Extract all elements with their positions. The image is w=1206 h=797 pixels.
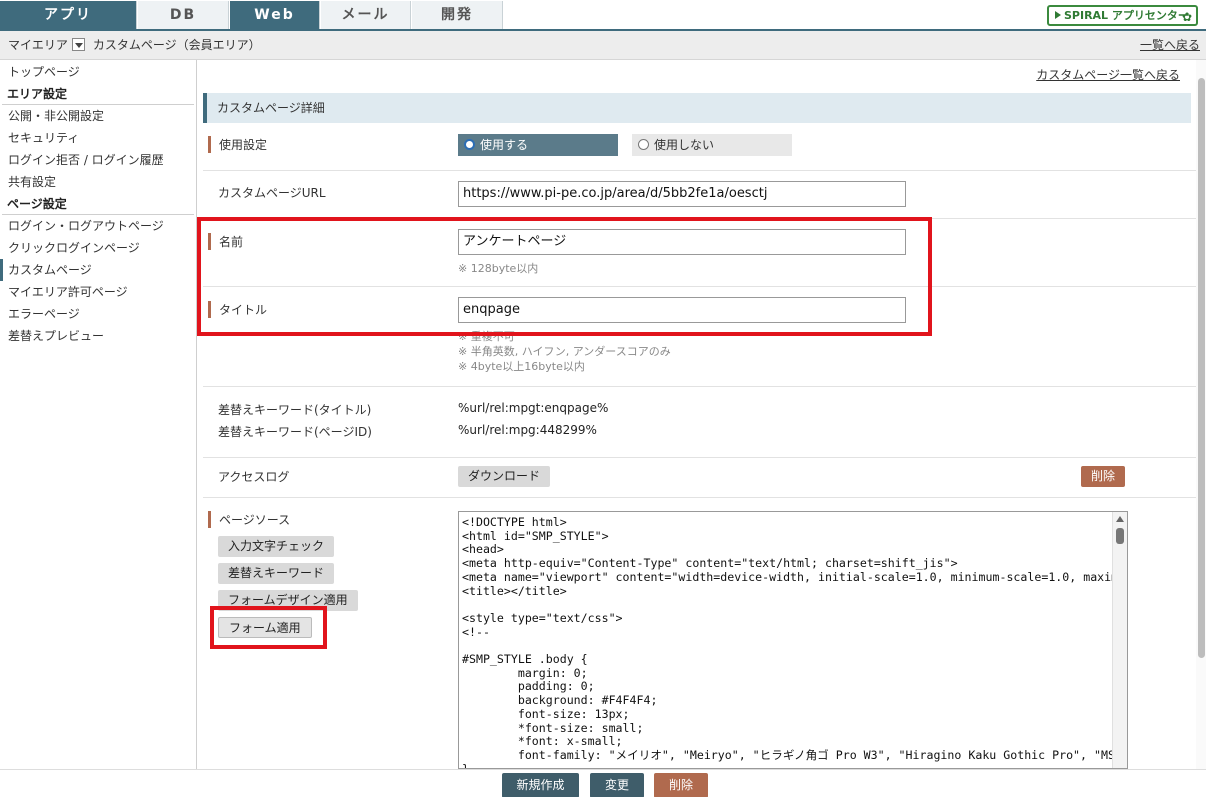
url-label: カスタムページURL xyxy=(218,186,326,200)
access-log-row: アクセスログ ダウンロード 削除 xyxy=(203,458,1196,498)
name-note: ※ 128byte以内 xyxy=(458,262,539,275)
main-content: カスタムページ一覧へ戻る カスタムページ詳細 使用設定 使用する 使用しない カ… xyxy=(198,60,1196,769)
leaf-icon: ✿ xyxy=(1181,10,1192,24)
usage-off-radio[interactable]: 使用しない xyxy=(632,134,792,156)
change-button[interactable]: 変更 xyxy=(590,773,644,797)
title-label: タイトル xyxy=(208,301,267,318)
new-button[interactable]: 新規作成 xyxy=(502,773,579,797)
sidebar-heading-page: ページ設定 xyxy=(2,193,194,215)
custom-page-list-link[interactable]: カスタムページ一覧へ戻る xyxy=(1036,66,1180,83)
chevron-down-icon[interactable] xyxy=(71,38,85,51)
keyword-id-value: %url/rel:mpg:448299% xyxy=(458,423,597,437)
form-apply-button[interactable]: フォーム適用 xyxy=(218,617,312,638)
sidebar-item-visibility[interactable]: 公開・非公開設定 xyxy=(0,105,196,127)
title-field[interactable]: enqpage xyxy=(458,297,906,323)
breadcrumb: マイエリア カスタムページ（会員エリア） 一覧へ戻る xyxy=(0,31,1206,60)
scroll-up-icon[interactable] xyxy=(1116,516,1124,522)
name-row: 名前 アンケートページ ※ 128byte以内 xyxy=(203,219,1196,287)
sidebar-item-security[interactable]: セキュリティ xyxy=(0,127,196,149)
sidebar-item-login-deny[interactable]: ログイン拒否 / ログイン履歴 xyxy=(0,149,196,171)
scroll-thumb[interactable] xyxy=(1116,528,1124,544)
download-button[interactable]: ダウンロード xyxy=(458,466,551,487)
keyword-insert-button[interactable]: 差替えキーワード xyxy=(218,563,335,584)
sidebar-item-error-page[interactable]: エラーページ xyxy=(0,303,196,325)
play-icon xyxy=(1055,11,1061,19)
sidebar-item-click-login[interactable]: クリックログインページ xyxy=(0,237,196,259)
keyword-title-value: %url/rel:mpgt:enqpage% xyxy=(458,401,609,415)
page-scroll-thumb[interactable] xyxy=(1198,78,1205,658)
page-source-editor[interactable]: <!DOCTYPE html> <html id="SMP_STYLE"> <h… xyxy=(458,511,1128,769)
back-to-list-link[interactable]: 一覧へ戻る xyxy=(1140,31,1200,60)
top-navigation: アプリ DB Web メール 開発 SPIRAL アプリセンター ✿ xyxy=(0,0,1206,31)
editor-scrollbar[interactable] xyxy=(1112,512,1127,768)
keywords-row: 差替えキーワード(タイトル) %url/rel:mpgt:enqpage% 差替… xyxy=(203,387,1196,458)
keyword-id-label: 差替えキーワード(ページID) xyxy=(218,425,372,439)
url-row: カスタムページURL https://www.pi-pe.co.jp/area/… xyxy=(203,171,1196,219)
radio-checked-icon xyxy=(464,139,475,150)
url-field[interactable]: https://www.pi-pe.co.jp/area/d/5bb2fe1a/… xyxy=(458,181,906,207)
delete-button[interactable]: 削除 xyxy=(654,773,708,797)
usage-on-radio[interactable]: 使用する xyxy=(458,134,618,156)
page-source-code: <!DOCTYPE html> <html id="SMP_STYLE"> <h… xyxy=(462,515,1127,769)
tab-app[interactable]: アプリ xyxy=(0,1,137,29)
name-label: 名前 xyxy=(208,233,243,250)
usage-label: 使用設定 xyxy=(208,136,267,153)
title-note-length: ※ 4byte以上16byte以内 xyxy=(458,360,585,373)
sidebar: トップページ エリア設定 公開・非公開設定 セキュリティ ログイン拒否 / ログ… xyxy=(0,60,197,769)
footer-actions: 新規作成 変更 削除 xyxy=(0,769,1206,797)
tab-db[interactable]: DB xyxy=(138,1,229,29)
tab-dev[interactable]: 開発 xyxy=(412,1,503,29)
section-title: カスタムページ詳細 xyxy=(203,93,1191,123)
title-row: タイトル enqpage ※ 重複不可 ※ 半角英数, ハイフン, アンダースコ… xyxy=(203,287,1196,387)
form-design-apply-button[interactable]: フォームデザイン適用 xyxy=(218,590,358,611)
title-note-unique: ※ 重複不可 xyxy=(458,330,515,343)
page-scrollbar[interactable] xyxy=(1196,60,1206,769)
sidebar-item-myarea-permission[interactable]: マイエリア許可ページ xyxy=(0,281,196,303)
usage-row: 使用設定 使用する 使用しない xyxy=(203,123,1196,171)
access-log-label: アクセスログ xyxy=(218,470,290,484)
access-log-delete-button[interactable]: 削除 xyxy=(1081,466,1126,487)
radio-unchecked-icon xyxy=(638,139,649,150)
page-source-label: ページソース xyxy=(208,511,290,528)
sidebar-item-shared[interactable]: 共有設定 xyxy=(0,171,196,193)
spiral-app-center-logo[interactable]: SPIRAL アプリセンター ✿ xyxy=(1047,5,1198,26)
sidebar-item-custom-page[interactable]: カスタムページ xyxy=(0,259,196,281)
sidebar-item-top[interactable]: トップページ xyxy=(0,61,196,83)
title-note-charset: ※ 半角英数, ハイフン, アンダースコアのみ xyxy=(458,345,671,358)
keyword-title-label: 差替えキーワード(タイトル) xyxy=(218,403,372,417)
char-check-button[interactable]: 入力文字チェック xyxy=(218,536,335,557)
sidebar-heading-area: エリア設定 xyxy=(2,83,194,105)
tab-web[interactable]: Web xyxy=(230,1,320,29)
tab-mail[interactable]: メール xyxy=(321,1,411,29)
sidebar-item-preview[interactable]: 差替えプレビュー xyxy=(0,325,196,347)
name-field[interactable]: アンケートページ xyxy=(458,229,906,255)
breadcrumb-area[interactable]: マイエリア xyxy=(8,38,68,52)
breadcrumb-page: カスタムページ（会員エリア） xyxy=(92,38,261,52)
sidebar-item-login-logout[interactable]: ログイン・ログアウトページ xyxy=(0,215,196,237)
